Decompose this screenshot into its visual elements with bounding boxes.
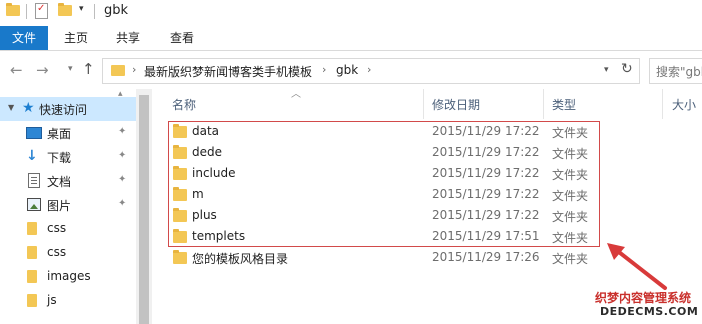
search-placeholder: 搜索"gbk" <box>656 65 702 79</box>
sidebar-item-label: css <box>47 245 67 259</box>
properties-icon[interactable] <box>35 3 48 19</box>
window-title: gbk <box>104 3 129 18</box>
sidebar-item-label: js <box>47 293 57 307</box>
address-bar[interactable]: › 最新版织梦新闻博客类手机模板 › gbk › ▾ ↻ <box>102 58 640 84</box>
sidebar-item-label: 文档 <box>47 175 72 189</box>
recent-locations-dropdown-icon[interactable]: ▾ <box>68 64 73 74</box>
chevron-down-icon[interactable]: ▼ <box>8 103 14 112</box>
sidebar-item-css[interactable]: css <box>0 241 136 265</box>
sidebar-item-downloads[interactable]: ↓ 下载 ✦ <box>0 145 136 169</box>
folder-icon <box>27 294 37 307</box>
document-icon <box>28 173 40 188</box>
tab-home[interactable]: 主页 <box>52 26 100 50</box>
sort-ascending-icon: ︿ <box>291 89 301 100</box>
watermark-text: 织梦内容管理系统 <box>595 291 692 305</box>
tab-share[interactable]: 共享 <box>104 26 152 50</box>
breadcrumb-separator-icon[interactable]: › <box>367 63 371 76</box>
new-folder-icon[interactable] <box>58 3 72 16</box>
sidebar-item-images[interactable]: images <box>0 265 136 289</box>
sidebar-item-pictures[interactable]: 图片 ✦ <box>0 193 136 217</box>
tab-view[interactable]: 查看 <box>158 26 206 50</box>
folder-icon <box>27 222 37 235</box>
sidebar-item-desktop[interactable]: 桌面 ✦ <box>0 121 136 145</box>
column-header-type[interactable]: 类型 <box>552 96 576 113</box>
star-icon: ★ <box>22 100 35 116</box>
address-dropdown-icon[interactable]: ▾ <box>604 65 609 75</box>
file-date: 2015/11/29 17:26 <box>432 250 540 264</box>
back-button[interactable]: ← <box>10 61 23 79</box>
breadcrumb-separator-icon[interactable]: › <box>132 63 136 76</box>
annotation-highlight-box <box>168 121 600 247</box>
watermark-domain: DEDECMS.COM <box>600 305 699 318</box>
sidebar-item-documents[interactable]: 文档 ✦ <box>0 169 136 193</box>
column-divider[interactable] <box>423 89 424 119</box>
download-icon: ↓ <box>26 148 38 164</box>
sidebar-item-label: css <box>47 221 67 235</box>
sidebar-item-label: 图片 <box>47 199 72 213</box>
sidebar-item-css[interactable]: css <box>0 217 136 241</box>
navigation-pane: ▴ ▼ ★ 快速访问 桌面 ✦ ↓ 下载 ✦ 文档 ✦ 图片 ✦ css css… <box>0 89 136 324</box>
breadcrumb-separator-icon[interactable]: › <box>322 63 326 76</box>
breadcrumb-current[interactable]: gbk <box>336 63 358 77</box>
navigation-pane-scrollbar[interactable] <box>136 89 152 324</box>
navigation-bar: ← → ▾ ↑ › 最新版织梦新闻博客类手机模板 › gbk › ▾ ↻ 搜索"… <box>0 51 702 89</box>
column-divider[interactable] <box>543 89 544 119</box>
sidebar-item-quick-access[interactable]: ▼ ★ 快速访问 <box>0 97 136 121</box>
folder-icon[interactable] <box>6 3 20 16</box>
sidebar-item-js[interactable]: js <box>0 289 136 313</box>
scrollbar-thumb[interactable] <box>139 95 149 324</box>
separator <box>26 4 27 19</box>
folder-icon <box>27 246 37 259</box>
title-bar: ▾ gbk <box>0 0 702 26</box>
column-header-name[interactable]: 名称 <box>172 96 196 113</box>
pin-icon[interactable]: ✦ <box>118 126 126 137</box>
sidebar-item-label: 下载 <box>47 151 72 165</box>
picture-icon <box>27 198 41 211</box>
up-button[interactable]: ↑ <box>82 60 95 78</box>
sidebar-item-label: images <box>47 269 91 283</box>
folder-icon <box>111 65 125 76</box>
refresh-icon[interactable]: ↻ <box>621 61 633 77</box>
customize-quick-access-dropdown-icon[interactable]: ▾ <box>79 4 84 14</box>
pin-icon[interactable]: ✦ <box>118 198 126 209</box>
folder-icon <box>173 250 187 264</box>
column-header-date[interactable]: 修改日期 <box>432 96 480 113</box>
tab-file[interactable]: 文件 <box>0 26 48 50</box>
folder-icon <box>27 270 37 283</box>
sidebar-item-label: 桌面 <box>47 127 72 141</box>
watermark-logo: 织梦内容管理系统 DEDECMS.COM <box>592 289 702 324</box>
breadcrumb-parent[interactable]: 最新版织梦新闻博客类手机模板 <box>144 63 312 80</box>
column-header-size[interactable]: 大小 <box>672 96 696 113</box>
file-type: 文件夹 <box>552 252 589 266</box>
column-divider[interactable] <box>662 89 663 119</box>
pin-icon[interactable]: ✦ <box>118 174 126 185</box>
sidebar-item-label: 快速访问 <box>39 103 88 117</box>
forward-button[interactable]: → <box>36 61 49 79</box>
file-name: 您的模板风格目录 <box>192 252 289 266</box>
desktop-icon <box>26 127 42 139</box>
annotation-arrow-icon <box>607 243 667 290</box>
separator <box>94 4 95 19</box>
ribbon: 文件 主页 共享 查看 <box>0 26 702 51</box>
pin-icon[interactable]: ✦ <box>118 150 126 161</box>
search-input[interactable]: 搜索"gbk" <box>649 58 702 84</box>
